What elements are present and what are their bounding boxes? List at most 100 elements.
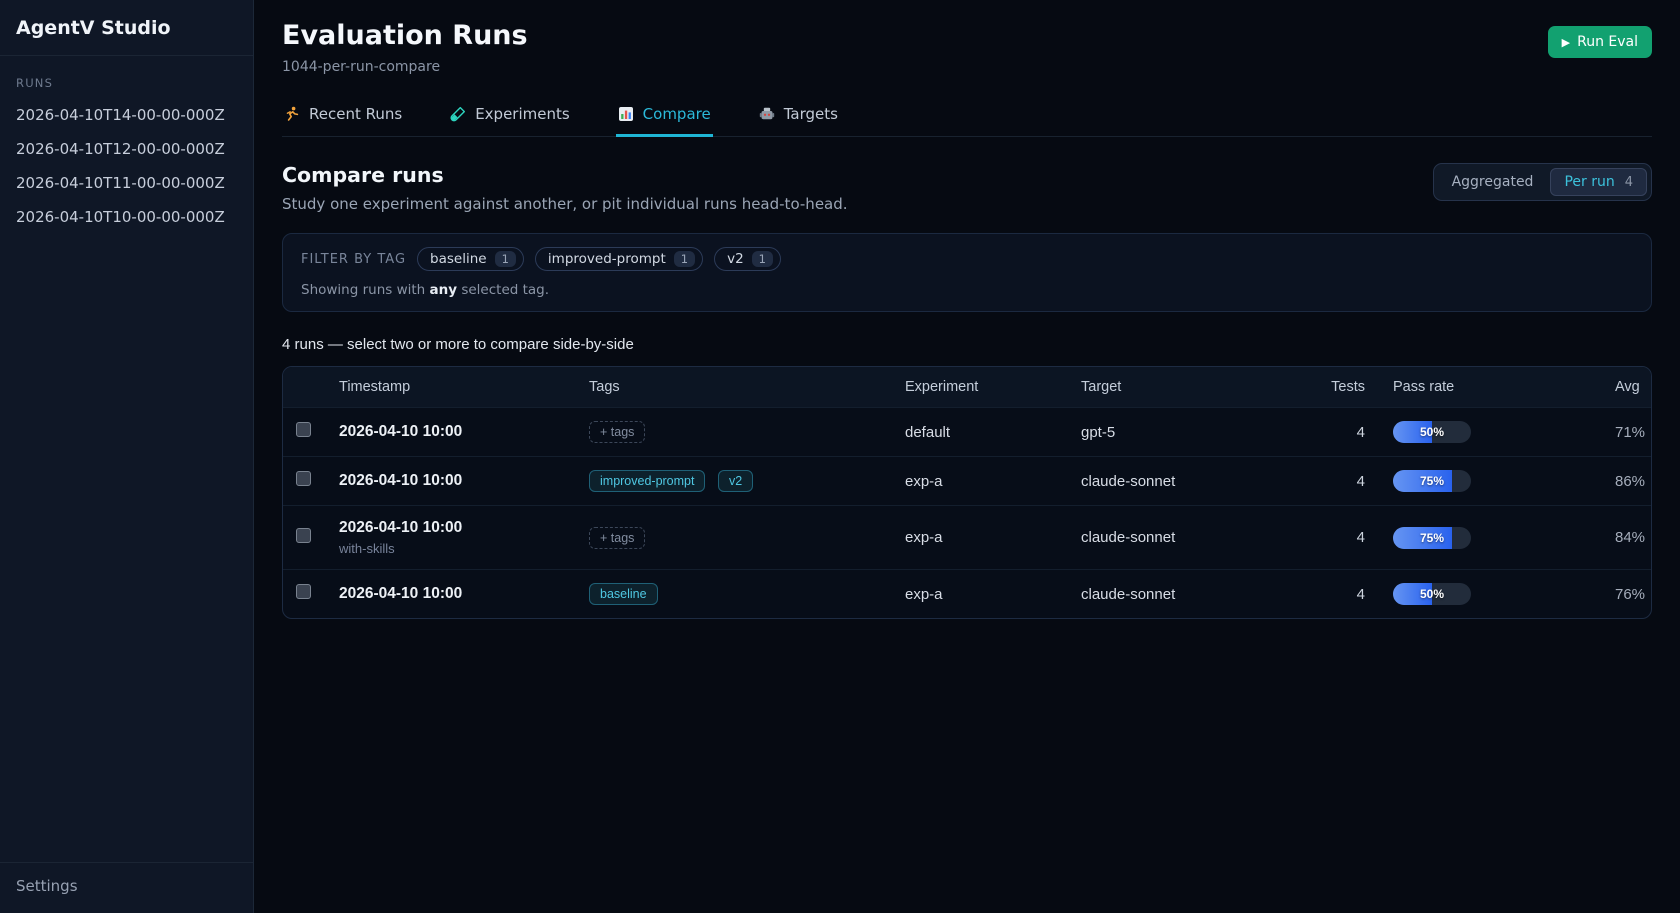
- tab-recent-runs[interactable]: Recent Runs: [282, 97, 404, 137]
- view-mode-toggle: Aggregated Per run 4: [1433, 163, 1652, 201]
- pass-rate-bar: 75%: [1393, 470, 1471, 492]
- filter-tag-label: improved-prompt: [548, 251, 666, 267]
- filter-tag-count: 1: [674, 251, 695, 267]
- run-tag[interactable]: improved-prompt: [589, 470, 705, 492]
- run-timestamp: 2026-04-10 10:00: [339, 585, 589, 603]
- pass-rate-bar: 50%: [1393, 421, 1471, 443]
- run-timestamp: 2026-04-10 10:00: [339, 519, 589, 537]
- test-tube-icon: [450, 106, 466, 122]
- table-row: 2026-04-10 10:00 with-skills + tags exp-…: [283, 505, 1651, 569]
- pass-rate-label: 50%: [1393, 583, 1471, 605]
- tab-bar: Recent Runs Experiments Compare: [282, 97, 1652, 137]
- sidebar: AgentV Studio RUNS 2026-04-10T14-00-00-0…: [0, 0, 254, 913]
- per-run-count-badge: 4: [1625, 175, 1633, 190]
- run-target: gpt-5: [1081, 424, 1281, 441]
- runs-summary: 4 runs — select two or more to compare s…: [282, 336, 1652, 353]
- pass-rate-bar: 50%: [1393, 583, 1471, 605]
- run-avg: 84%: [1615, 529, 1652, 546]
- sidebar-footer: Settings: [0, 862, 253, 913]
- run-tests: 4: [1281, 424, 1365, 441]
- run-timestamp: 2026-04-10 10:00: [339, 472, 589, 490]
- col-pass-rate: Pass rate: [1365, 379, 1615, 395]
- bar-chart-icon: [618, 106, 634, 122]
- col-tags: Tags: [589, 379, 905, 395]
- sidebar-run-item[interactable]: 2026-04-10T10-00-00-000Z: [0, 200, 253, 234]
- run-avg: 71%: [1615, 424, 1652, 441]
- tab-label: Recent Runs: [309, 105, 402, 123]
- run-target: claude-sonnet: [1081, 586, 1281, 603]
- filter-tag-label: baseline: [430, 251, 487, 267]
- col-target: Target: [1081, 379, 1281, 395]
- page-title: Evaluation Runs: [282, 20, 528, 51]
- run-tag[interactable]: v2: [718, 470, 753, 492]
- add-tags-button[interactable]: + tags: [589, 527, 645, 549]
- run-experiment: exp-a: [905, 473, 1081, 490]
- run-eval-label: Run Eval: [1577, 34, 1638, 50]
- col-avg: Avg: [1615, 379, 1652, 395]
- pass-rate-label: 50%: [1393, 421, 1471, 443]
- filter-hint: Showing runs with any selected tag.: [301, 282, 1633, 298]
- pass-rate-label: 75%: [1393, 470, 1471, 492]
- run-target: claude-sonnet: [1081, 473, 1281, 490]
- play-icon: ▶: [1562, 37, 1570, 48]
- row-checkbox[interactable]: [296, 471, 311, 486]
- robot-icon: [759, 106, 775, 122]
- col-experiment: Experiment: [905, 379, 1081, 395]
- filter-tag-v2[interactable]: v2 1: [714, 247, 781, 271]
- pass-rate-bar: 75%: [1393, 527, 1471, 549]
- tab-label: Compare: [643, 105, 711, 123]
- run-experiment: exp-a: [905, 529, 1081, 546]
- filter-tag-count: 1: [752, 251, 773, 267]
- compare-description: Study one experiment against another, or…: [282, 195, 848, 213]
- toggle-per-run-label: Per run: [1564, 174, 1614, 190]
- settings-link[interactable]: Settings: [16, 877, 237, 895]
- toggle-aggregated-label: Aggregated: [1452, 174, 1534, 190]
- table-row: 2026-04-10 10:00 improved-prompt v2 exp-…: [283, 456, 1651, 505]
- tab-compare[interactable]: Compare: [616, 97, 713, 137]
- add-tags-button[interactable]: + tags: [589, 421, 645, 443]
- sidebar-run-item[interactable]: 2026-04-10T12-00-00-000Z: [0, 132, 253, 166]
- row-checkbox[interactable]: [296, 584, 311, 599]
- row-checkbox[interactable]: [296, 528, 311, 543]
- table-row: 2026-04-10 10:00 baseline exp-a claude-s…: [283, 569, 1651, 618]
- run-tests: 4: [1281, 529, 1365, 546]
- page-header: Evaluation Runs 1044-per-run-compare ▶ R…: [282, 20, 1652, 75]
- run-subtitle: with-skills: [339, 541, 589, 556]
- tab-targets[interactable]: Targets: [757, 97, 840, 137]
- filter-by-tag-card: FILTER BY TAG baseline 1 improved-prompt…: [282, 233, 1652, 312]
- run-avg: 76%: [1615, 586, 1652, 603]
- row-checkbox[interactable]: [296, 422, 311, 437]
- runner-icon: [284, 106, 300, 122]
- run-avg: 86%: [1615, 473, 1652, 490]
- toggle-per-run[interactable]: Per run 4: [1550, 168, 1647, 196]
- sidebar-run-item[interactable]: 2026-04-10T11-00-00-000Z: [0, 166, 253, 200]
- table-header-row: Timestamp Tags Experiment Target Tests P…: [283, 367, 1651, 407]
- compare-heading: Compare runs: [282, 163, 848, 187]
- run-experiment: default: [905, 424, 1081, 441]
- run-tag[interactable]: baseline: [589, 583, 658, 605]
- filter-tag-improved-prompt[interactable]: improved-prompt 1: [535, 247, 703, 271]
- run-tests: 4: [1281, 586, 1365, 603]
- toggle-aggregated[interactable]: Aggregated: [1438, 168, 1548, 196]
- run-target: claude-sonnet: [1081, 529, 1281, 546]
- main-content: Evaluation Runs 1044-per-run-compare ▶ R…: [254, 0, 1680, 913]
- run-eval-button[interactable]: ▶ Run Eval: [1548, 26, 1652, 58]
- compare-section-header: Compare runs Study one experiment agains…: [282, 163, 1652, 213]
- run-tests: 4: [1281, 473, 1365, 490]
- filter-tag-count: 1: [495, 251, 516, 267]
- table-row: 2026-04-10 10:00 + tags default gpt-5 4 …: [283, 407, 1651, 456]
- sidebar-run-item[interactable]: 2026-04-10T14-00-00-000Z: [0, 98, 253, 132]
- pass-rate-label: 75%: [1393, 527, 1471, 549]
- col-timestamp: Timestamp: [339, 379, 589, 395]
- col-tests: Tests: [1281, 379, 1365, 395]
- tab-experiments[interactable]: Experiments: [448, 97, 571, 137]
- filter-tag-baseline[interactable]: baseline 1: [417, 247, 524, 271]
- filter-label: FILTER BY TAG: [301, 252, 406, 267]
- app-brand: AgentV Studio: [0, 0, 253, 56]
- run-timestamp: 2026-04-10 10:00: [339, 423, 589, 441]
- sidebar-section-label: RUNS: [16, 76, 237, 90]
- runs-table: Timestamp Tags Experiment Target Tests P…: [282, 366, 1652, 619]
- run-experiment: exp-a: [905, 586, 1081, 603]
- filter-tag-label: v2: [727, 251, 744, 267]
- tab-label: Experiments: [475, 105, 569, 123]
